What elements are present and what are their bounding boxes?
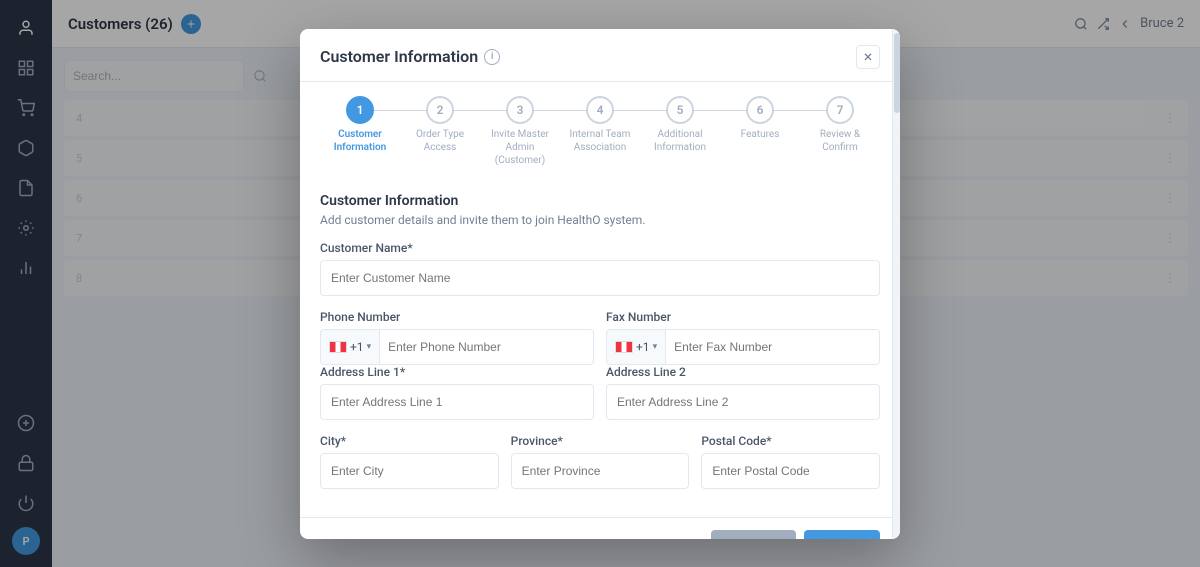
step-label-2: Order Type Access [405,128,475,154]
fax-label: Fax Number [606,310,880,324]
step-1: 1 CustomerInformation [320,96,400,154]
flag-canada-fax [615,341,633,353]
modal-title-text: Customer Information [320,47,478,66]
info-icon[interactable]: i [484,49,500,65]
address1-col: Address Line 1* [320,365,594,434]
city-group: City* [320,434,499,489]
fax-country-code: +1 [636,340,650,354]
step-2: 2 Order Type Access [400,96,480,154]
step-circle-4: 4 [586,96,614,124]
phone-dropdown-chevron[interactable]: ▾ [367,342,372,352]
step-3: 3 Invite Master Admin (Customer) [480,96,560,167]
modal-footer: CANCEL NEXT [300,517,900,539]
modal-header: Customer Information i × [300,29,900,82]
province-input[interactable] [511,453,690,489]
phone-input-group: +1 ▾ [320,329,594,365]
section-desc: Add customer details and invite them to … [320,213,880,227]
step-5: 5 Additional Information [640,96,720,154]
customer-name-group: Customer Name* [320,241,880,296]
step-circle-6: 6 [746,96,774,124]
step-circle-5: 5 [666,96,694,124]
province-col: Province* [511,434,690,503]
step-4: 4 Internal Team Association [560,96,640,154]
modal-title-group: Customer Information i [320,47,500,66]
modal-scrollbar [892,29,900,539]
address1-label: Address Line 1* [320,365,594,379]
next-button[interactable]: NEXT [804,530,880,539]
address-row: Address Line 1* Address Line 2 [320,365,880,434]
postal-col: Postal Code* [701,434,880,503]
postal-group: Postal Code* [701,434,880,489]
step-circle-1: 1 [346,96,374,124]
phone-number-input[interactable] [380,330,593,364]
step-label-3: Invite Master Admin (Customer) [485,128,555,167]
step-circle-2: 2 [426,96,454,124]
step-label-7: Review & Confirm [805,128,875,154]
address1-group: Address Line 1* [320,365,594,420]
app-background: P Customers (26) Bruce 2 [0,0,1200,567]
address1-input[interactable] [320,384,594,420]
stepper: 1 CustomerInformation 2 Order Type Acces… [300,82,900,177]
step-label-4: Internal Team Association [565,128,635,154]
address2-group: Address Line 2 [606,365,880,420]
cancel-button[interactable]: CANCEL [711,530,796,539]
fax-col: Fax Number +1 ▾ [606,310,880,365]
province-label: Province* [511,434,690,448]
modal-scroll-thumb [894,33,900,113]
postal-input[interactable] [701,453,880,489]
section-title: Customer Information [320,193,880,209]
province-group: Province* [511,434,690,489]
step-label-6: Features [741,128,780,141]
address2-input[interactable] [606,384,880,420]
address2-col: Address Line 2 [606,365,880,434]
modal-dialog: Customer Information i × 1 CustomerInfor… [300,29,900,539]
customer-name-input[interactable] [320,260,880,296]
step-7: 7 Review & Confirm [800,96,880,154]
fax-dropdown-chevron[interactable]: ▾ [653,342,658,352]
city-label: City* [320,434,499,448]
phone-col: Phone Number +1 ▾ [320,310,594,365]
modal-overlay: Customer Information i × 1 CustomerInfor… [0,0,1200,567]
step-label-1: CustomerInformation [334,128,387,154]
postal-label: Postal Code* [701,434,880,448]
modal-body: Customer Information Add customer detail… [300,177,900,517]
phone-prefix[interactable]: +1 ▾ [321,330,380,364]
address2-label: Address Line 2 [606,365,880,379]
step-6: 6 Features [720,96,800,141]
phone-label: Phone Number [320,310,594,324]
close-button[interactable]: × [856,45,880,69]
fax-prefix[interactable]: +1 ▾ [607,330,666,364]
step-circle-7: 7 [826,96,854,124]
city-col: City* [320,434,499,503]
customer-name-label: Customer Name* [320,241,880,255]
flag-canada-phone [329,341,347,353]
step-circle-3: 3 [506,96,534,124]
fax-number-input[interactable] [666,330,879,364]
phone-fax-row: Phone Number +1 ▾ Fax Number [320,310,880,365]
step-label-5: Additional Information [645,128,715,154]
phone-country-code: +1 [350,340,364,354]
city-province-postal-row: City* Province* Postal Code* [320,434,880,503]
city-input[interactable] [320,453,499,489]
fax-input-group: +1 ▾ [606,329,880,365]
